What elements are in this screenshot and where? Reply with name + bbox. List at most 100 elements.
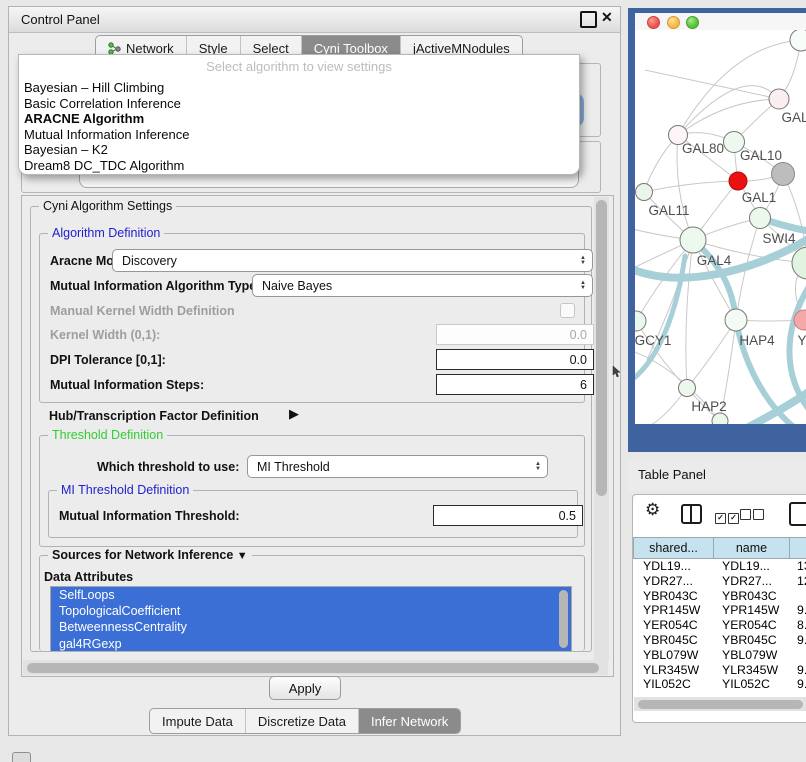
tab-impute-data[interactable]: Impute Data — [150, 709, 246, 733]
close-icon[interactable]: ✕ — [601, 9, 613, 26]
algorithm-list-item[interactable]: Bayesian – K2 — [24, 142, 572, 158]
network-edge[interactable] — [687, 320, 736, 388]
table-row[interactable]: YER054CYER054C8. — [633, 618, 806, 633]
network-node[interactable] — [792, 247, 806, 279]
tab-infer-network[interactable]: Infer Network — [359, 709, 460, 733]
network-node[interactable] — [680, 227, 706, 253]
network-edge[interactable] — [645, 70, 779, 99]
sources-title[interactable]: Sources for Network Inference ▼ — [48, 548, 252, 562]
table-row[interactable]: YPR145WYPR145W9. — [633, 603, 806, 618]
algorithm-list-item[interactable]: ARACNE Algorithm — [24, 111, 572, 127]
control-panel-titlebar[interactable]: Control Panel ✕ — [9, 7, 620, 33]
sources-group: Sources for Network Inference ▼ Data Att… — [39, 555, 585, 651]
add-column-icon[interactable] — [789, 502, 806, 526]
table-cell: YPR145W — [712, 603, 787, 618]
dpi-tolerance-field[interactable]: 0.0 — [436, 349, 594, 370]
manual-kernel-width-checkbox[interactable] — [560, 303, 575, 318]
network-canvas[interactable]: GALGAL80GAL10GAL1GAL11SWI4GAL4GCY1HAP4YH… — [635, 30, 806, 424]
table-row[interactable]: YBR045CYBR045C9. — [633, 633, 806, 648]
manual-kernel-width-label: Manual Kernel Width Definition — [50, 304, 235, 318]
network-node[interactable] — [635, 311, 646, 331]
network-node[interactable] — [636, 184, 653, 201]
table-row[interactable]: YBR043CYBR043C — [633, 589, 806, 604]
network-node[interactable] — [750, 208, 771, 229]
table-column-header[interactable]: name — [713, 537, 789, 559]
network-node[interactable] — [772, 163, 795, 186]
table-cell: YDR27... — [633, 574, 712, 589]
table-cell: YBR045C — [712, 633, 787, 648]
table-cell: YIL052C — [712, 677, 787, 692]
table-hscrollbar-thumb[interactable] — [638, 700, 803, 709]
collapse-arrow-icon: ▼ — [237, 550, 248, 562]
cyni-algorithm-settings-group: Cyni Algorithm Settings Algorithm Defini… — [30, 206, 592, 652]
network-node[interactable] — [679, 380, 696, 397]
vertical-scrollbar-thumb[interactable] — [596, 200, 607, 496]
deselect-all-icon[interactable] — [740, 507, 764, 525]
table-cell: 9. — [787, 633, 806, 648]
network-edge[interactable] — [644, 181, 738, 192]
algorithm-list-item[interactable]: Bayesian – Hill Climbing — [24, 80, 572, 96]
network-node-label: SWI4 — [762, 231, 795, 246]
close-traffic-light-icon[interactable] — [647, 16, 660, 29]
network-node-label: Y — [797, 333, 806, 348]
network-node[interactable] — [712, 413, 728, 424]
hub-definition-label[interactable]: Hub/Transcription Factor Definition — [49, 409, 259, 423]
network-window-titlebar[interactable] — [635, 13, 806, 30]
network-edge[interactable] — [678, 99, 779, 135]
gear-icon[interactable]: ⚙ — [645, 500, 660, 520]
table-row[interactable]: YDR27...YDR27...12 — [633, 574, 806, 589]
network-graph[interactable]: GALGAL80GAL10GAL1GAL11SWI4GAL4GCY1HAP4YH… — [635, 30, 806, 424]
algorithm-definition-group: Algorithm Definition Aracne Mode: Discov… — [39, 233, 585, 403]
docked-panel-icon[interactable] — [12, 752, 31, 762]
table-row[interactable]: YIL052CYIL052C9. — [633, 677, 806, 692]
network-edge[interactable] — [686, 240, 693, 388]
spinner-arrows-icon: ▲▼ — [535, 462, 541, 472]
threshold-definition-title: Threshold Definition — [48, 428, 167, 442]
table-cell: YDR27... — [712, 574, 787, 589]
float-window-icon[interactable] — [580, 11, 597, 28]
algorithm-list-item[interactable]: Mutual Information Inference — [24, 127, 572, 143]
table-cell: YBL079W — [633, 648, 712, 663]
table-cell: YBR043C — [712, 589, 787, 604]
attribute-list-item[interactable]: BetweennessCentrality — [51, 619, 571, 635]
which-threshold-combobox[interactable]: MI Threshold ▲▼ — [247, 455, 548, 478]
network-edge[interactable] — [636, 321, 687, 388]
zoom-traffic-light-icon[interactable] — [686, 16, 699, 29]
table-column-header[interactable]: shared... — [633, 537, 713, 559]
data-attributes-list[interactable]: SelfLoopsTopologicalCoefficientBetweenne… — [50, 586, 572, 651]
apply-button[interactable]: Apply — [269, 676, 341, 700]
attribute-list-item[interactable]: TopologicalCoefficient — [51, 603, 571, 619]
mi-steps-label: Mutual Information Steps: — [50, 378, 204, 392]
dpi-tolerance-label: DPI Tolerance [0,1]: — [50, 353, 166, 367]
expand-arrow-icon[interactable]: ▶ — [289, 406, 299, 422]
table-cell: YLR345W — [712, 663, 787, 678]
tab-discretize-data[interactable]: Discretize Data — [246, 709, 359, 733]
aracne-mode-combobox[interactable]: Discovery ▲▼ — [112, 249, 593, 272]
algorithm-list-item[interactable]: Basic Correlation Inference — [24, 96, 572, 112]
kernel-width-field[interactable]: 0.0 — [436, 324, 594, 345]
mi-threshold-field[interactable]: 0.5 — [433, 505, 583, 526]
kernel-width-label: Kernel Width (0,1): — [50, 328, 160, 342]
table-column-header[interactable]: A — [789, 537, 806, 559]
table-row[interactable]: YBL079WYBL079W — [633, 648, 806, 663]
attribute-list-item[interactable]: gal4RGexp — [51, 636, 571, 651]
mi-steps-field[interactable]: 6 — [436, 374, 594, 395]
table-header-row: shared...nameA — [633, 537, 806, 559]
columns-icon[interactable] — [681, 504, 702, 524]
mi-algorithm-type-combobox[interactable]: Naive Bayes ▲▼ — [252, 274, 593, 297]
network-node[interactable] — [790, 30, 806, 51]
minimize-traffic-light-icon[interactable] — [667, 16, 680, 29]
table-cell: YER054C — [712, 618, 787, 633]
network-view-window[interactable]: GALGAL80GAL10GAL1GAL11SWI4GAL4GCY1HAP4YH… — [628, 8, 806, 452]
horizontal-scrollbar-thumb[interactable] — [27, 663, 599, 673]
network-node[interactable] — [725, 309, 747, 331]
network-node[interactable] — [729, 172, 747, 190]
select-all-icon[interactable]: ✓✓ — [715, 507, 739, 525]
network-node-label: GAL10 — [740, 148, 782, 163]
table-row[interactable]: YDL19...YDL19...13 — [633, 559, 806, 574]
attribute-list-item[interactable]: SelfLoops — [51, 587, 571, 603]
network-node[interactable] — [769, 89, 789, 109]
algorithm-list-item[interactable]: Dream8 DC_TDC Algorithm — [24, 158, 572, 174]
table-row[interactable]: YLR345WYLR345W9. — [633, 663, 806, 678]
list-scrollbar-thumb[interactable] — [559, 590, 568, 648]
